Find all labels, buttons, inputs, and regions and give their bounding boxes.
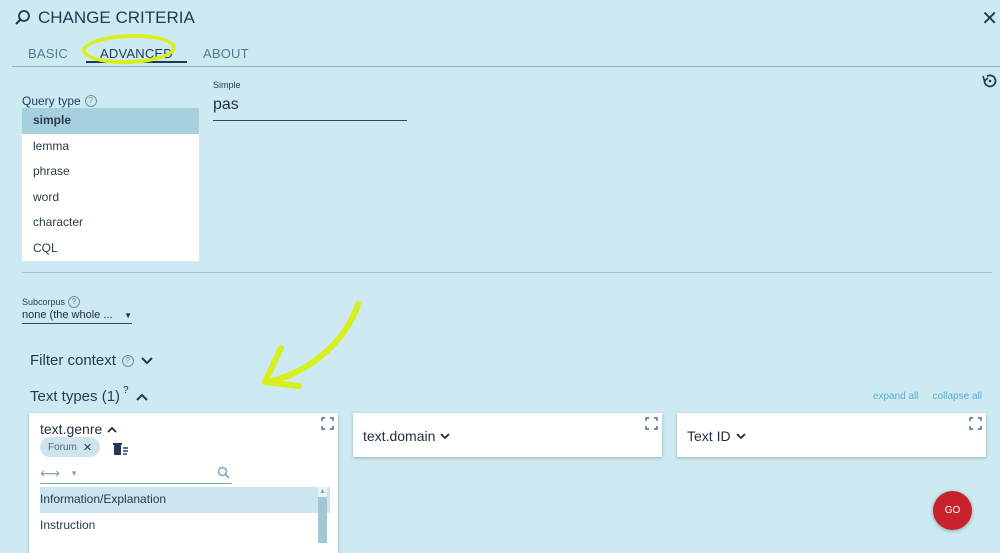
text-genre-card: text.genre Forum ✕ ⟷ ▼ Information/Expla… [29,413,338,553]
clear-filter-icon[interactable] [113,442,129,456]
go-button[interactable]: GO [933,491,972,530]
chip-label: Forum [48,441,77,453]
value-filter-input[interactable]: ⟷ ▼ [40,463,232,484]
subcorpus-label-text: Subcorpus [22,297,66,307]
search-reset-icon [15,10,30,25]
text-genre-title: text.genre [40,421,103,437]
query-type-label-text: Query type [22,94,81,108]
value-item[interactable]: Instruction [40,513,330,539]
annotation-arrow [262,301,361,389]
query-type-option-character[interactable]: character [22,210,199,236]
chip-close-icon[interactable]: ✕ [83,441,92,454]
dialog-title: CHANGE CRITERIA [14,8,195,28]
expand-all-link[interactable]: expand all [873,391,919,402]
help-icon[interactable]: ? [121,354,134,367]
subcorpus-select[interactable]: none (the whole ... ▼ [22,307,132,324]
query-type-option-cql[interactable]: CQL [22,236,199,262]
chevron-up-icon [135,393,148,401]
text-domain-card: text.domain [353,413,662,457]
query-type-label: Query type ? [22,94,97,108]
value-item[interactable]: Information/Explanation [40,487,330,513]
swap-arrows-icon[interactable]: ⟷ [40,465,60,482]
collapse-all-link[interactable]: collapse all [933,391,982,402]
scroll-up-arrow-icon[interactable]: ▲ [318,487,327,496]
chevron-down-icon [141,356,153,364]
query-type-option-phrase[interactable]: phrase [22,159,199,185]
filter-context-toggle[interactable]: Filter context ? [30,352,154,369]
search-icon[interactable] [217,466,230,479]
selected-filter-chip[interactable]: Forum ✕ [40,437,101,457]
query-type-option-lemma[interactable]: lemma [22,134,199,160]
text-types-toggle[interactable]: Text types (1) ? [30,385,149,405]
query-type-list: simple lemma phrase word character CQL [22,108,199,261]
dropdown-arrow-icon: ▼ [124,310,132,320]
text-types-help[interactable]: ? [123,385,129,396]
dropdown-arrow-icon[interactable]: ▼ [70,469,78,478]
chevron-down-icon [735,432,746,439]
expand-icon[interactable] [969,417,982,430]
text-types-label: Text types (1) [30,388,121,405]
chevron-down-icon [440,432,451,439]
simple-query-label: Simple [213,80,241,90]
text-id-card: Text ID [677,413,986,457]
tab-about[interactable]: ABOUT [203,46,249,61]
filter-context-label: Filter context [30,352,116,369]
value-list: Information/Explanation Instruction [40,487,330,547]
expand-collapse-links: expand all collapse all [873,391,982,402]
text-id-header[interactable]: Text ID [687,428,747,444]
subcorpus-value: none (the whole ... [22,309,113,321]
history-icon[interactable] [981,72,999,90]
close-icon[interactable]: ✕ [981,6,998,31]
help-icon[interactable]: ? [84,95,97,107]
text-domain-title: text.domain [363,428,436,444]
scrollbar-thumb[interactable] [318,497,327,543]
text-domain-header[interactable]: text.domain [363,428,451,444]
dialog-title-text: CHANGE CRITERIA [38,8,195,27]
expand-icon[interactable] [321,417,334,430]
simple-query-input[interactable]: pas [213,96,407,121]
tab-basic[interactable]: BASIC [28,46,68,61]
chevron-up-icon [107,426,117,433]
expand-icon[interactable] [645,417,658,430]
text-id-title: Text ID [687,428,731,444]
section-divider [22,272,992,273]
value-list-scrollbar[interactable]: ▲ [318,487,327,543]
text-genre-header[interactable]: text.genre [40,421,118,437]
query-type-option-simple[interactable]: simple [22,108,199,134]
query-type-option-word[interactable]: word [22,185,199,211]
